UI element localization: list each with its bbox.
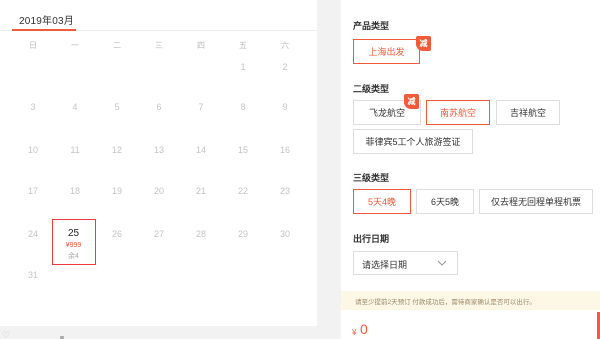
option-nansu-airline[interactable]: 南苏航空 xyxy=(426,100,490,125)
calendar-day: 5 xyxy=(114,102,120,112)
weekday-wed: 三 xyxy=(155,41,163,50)
calendar-day: 4 xyxy=(72,102,78,112)
option-label: 仅去程无回程单程机票 xyxy=(490,197,581,207)
travel-date-title: 出行日期 xyxy=(353,234,390,244)
calendar-day: 29 xyxy=(237,229,248,239)
option-5d4n[interactable]: 5天4晚 xyxy=(353,189,411,214)
calendar-day: 11 xyxy=(70,145,80,155)
option-juneyao-airline[interactable]: 吉祥航空 xyxy=(496,100,560,125)
weekday-sat: 六 xyxy=(281,41,289,50)
calendar-month-tab[interactable]: 2019年03月 xyxy=(19,12,74,27)
calendar-day: 17 xyxy=(27,186,38,196)
booking-notice-text: 请至少提前2天预订 付款成功后，需待商家确认是否可以出行。 xyxy=(355,299,536,306)
calendar-month-bar: 2019年03月 xyxy=(0,0,317,31)
calendar-day: 18 xyxy=(69,186,80,196)
total-price: 0 xyxy=(360,321,368,337)
calendar-day: 16 xyxy=(279,145,290,155)
calendar-day: 28 xyxy=(195,229,206,239)
option-label: 5天4晚 xyxy=(367,197,396,207)
calendar-day: 31 xyxy=(27,270,38,280)
discount-badge: 减 xyxy=(404,94,419,109)
travel-date-select[interactable]: 请选择日期 xyxy=(353,251,458,275)
weekday-mon: 一 xyxy=(71,41,79,50)
weekday-thu: 四 xyxy=(197,41,205,50)
selected-day-number: 25 xyxy=(67,228,80,239)
option-label: 飞龙航空 xyxy=(368,108,405,118)
calendar-day: 26 xyxy=(111,229,122,239)
calendar-day: 12 xyxy=(111,145,122,155)
calendar-day: 23 xyxy=(279,186,290,196)
product-type-title: 产品类型 xyxy=(353,21,390,31)
option-label: 6天5晚 xyxy=(430,197,459,207)
calendar-day: 7 xyxy=(198,102,204,112)
option-label: 上海出发 xyxy=(368,47,405,57)
calendar-day: 13 xyxy=(153,145,164,155)
calendar-day: 30 xyxy=(279,229,290,239)
calendar-day: 14 xyxy=(195,145,206,155)
weekday-tue: 二 xyxy=(113,41,121,50)
option-label: 吉祥航空 xyxy=(509,108,546,118)
calendar-day: 10 xyxy=(27,145,38,155)
calendar-day: 24 xyxy=(27,229,38,239)
level3-type-title: 三级类型 xyxy=(353,173,390,183)
price-row: ¥ 0 xyxy=(341,310,600,339)
weekday-sun: 日 xyxy=(29,41,37,50)
option-philippines-visa[interactable]: 菲律宾5工个人旅游签证 xyxy=(353,129,473,154)
calendar-day: 2 xyxy=(282,62,288,72)
weekday-fri: 五 xyxy=(239,41,247,50)
level2-type-title: 二级类型 xyxy=(353,84,390,94)
option-label: 菲律宾5工个人旅游签证 xyxy=(365,137,461,147)
calendar-day: 6 xyxy=(156,102,162,112)
option-oneway-ticket[interactable]: 仅去程无回程单程机票 xyxy=(479,189,593,214)
calendar-day: 19 xyxy=(111,186,122,196)
option-6d5n[interactable]: 6天5晚 xyxy=(416,189,474,214)
chevron-down-icon xyxy=(437,260,447,266)
active-month-underline xyxy=(12,29,76,31)
booking-notice: 请至少提前2天预订 付款成功后，需待商家确认是否可以出行。 xyxy=(341,291,600,310)
discount-badge: 减 xyxy=(416,36,431,51)
calendar-day: 21 xyxy=(195,186,206,196)
options-panel: 产品类型 上海出发 减 二级类型 飞龙航空 减 南苏航空 吉祥航空 菲律宾5工个… xyxy=(341,0,600,339)
selected-day-stock: 余4 xyxy=(68,253,79,260)
calendar-day-selected[interactable]: 25 ¥999 余4 xyxy=(52,219,96,265)
calendar-day: 9 xyxy=(282,102,288,112)
option-label: 南苏航空 xyxy=(439,108,476,118)
travel-date-placeholder: 请选择日期 xyxy=(362,260,408,270)
calendar-day: 20 xyxy=(153,186,164,196)
heart-icon[interactable]: ♡ xyxy=(2,330,10,339)
calendar-day: 22 xyxy=(237,186,248,196)
calendar-day: 1 xyxy=(240,62,246,72)
calendar-day: 15 xyxy=(237,145,248,155)
calendar-day: 8 xyxy=(240,102,246,112)
selected-day-price: ¥999 xyxy=(65,242,82,249)
calendar-day: 3 xyxy=(30,102,36,112)
calendar-panel: 2019年03月 日 一 二 三 四 五 六 1 2 3 4 5 6 7 8 9… xyxy=(0,0,317,326)
currency-symbol: ¥ xyxy=(352,328,357,337)
calendar-day: 27 xyxy=(153,229,164,239)
option-shanghai-departure[interactable]: 上海出发 xyxy=(353,39,420,64)
